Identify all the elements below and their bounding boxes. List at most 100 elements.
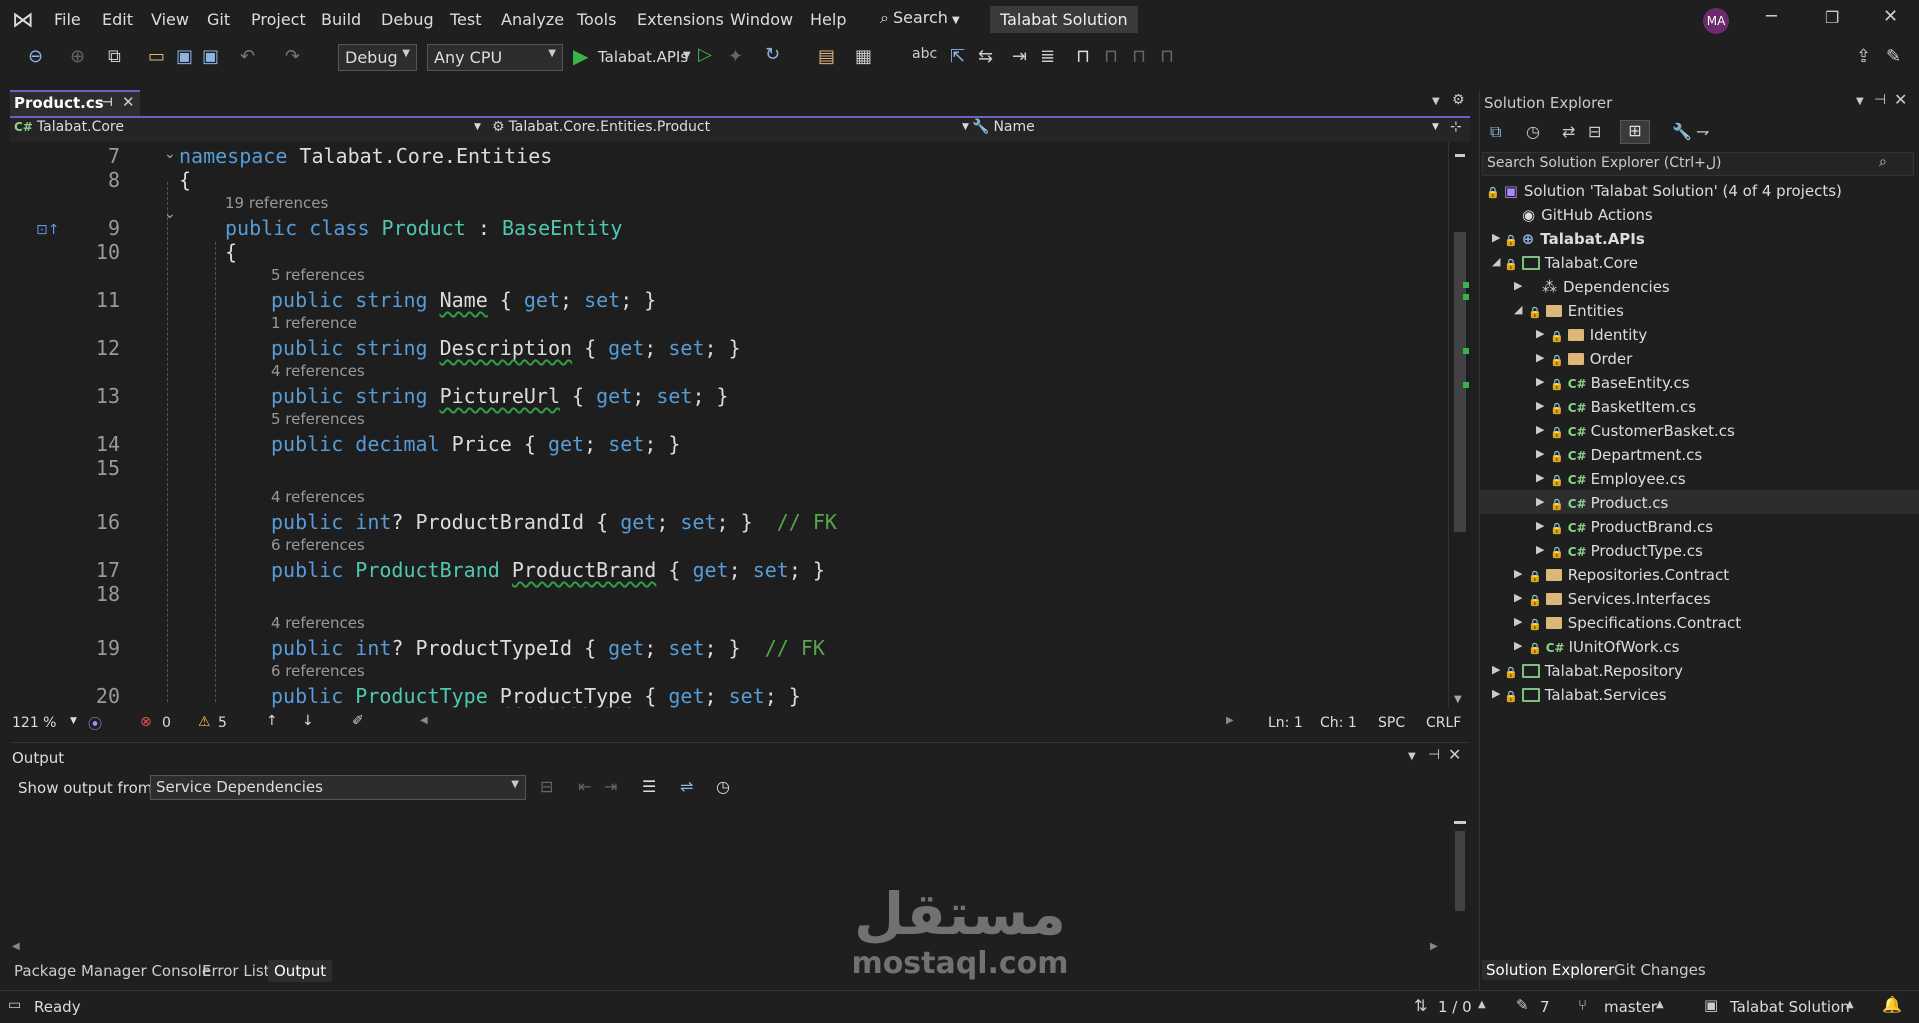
prev-message-icon[interactable]: ⇤ xyxy=(578,777,591,796)
clock-icon[interactable]: ◷ xyxy=(716,777,730,796)
arrow-down-icon[interactable]: ↓ xyxy=(302,713,314,729)
expand-icon[interactable]: ▶ xyxy=(1492,663,1500,676)
tree-file[interactable]: 🔒 C# Employee.cs xyxy=(1550,470,1686,488)
chevron-up-icon[interactable]: ▲ xyxy=(1656,999,1664,1010)
pointer-icon[interactable]: ⇱ xyxy=(950,46,965,67)
tree-solution[interactable]: 🔒 ▣ Solution 'Talabat Solution' (4 of 4 pr… xyxy=(1486,182,1842,200)
brush-icon[interactable]: ✐ xyxy=(352,713,364,729)
collapse-icon[interactable]: ◢ xyxy=(1514,303,1522,316)
menu-project[interactable]: Project xyxy=(251,10,306,29)
tree-github-actions[interactable]: ◉ GitHub Actions xyxy=(1522,206,1653,224)
tab-solution-explorer[interactable]: Solution Explorer xyxy=(1482,960,1619,980)
split-editor-icon[interactable]: ⊹ xyxy=(1450,119,1462,135)
feedback-icon[interactable]: ✎ xyxy=(1886,46,1901,67)
new-project-icon[interactable]: ⧉ xyxy=(108,46,121,67)
scroll-down-icon[interactable]: ▼ xyxy=(1454,694,1462,705)
startup-project-button[interactable]: Talabat.APIs xyxy=(598,48,688,66)
find-message-icon[interactable]: ⊟ xyxy=(540,777,553,796)
tree-folder-identity[interactable]: 🔒 Identity xyxy=(1550,326,1647,344)
branch-name[interactable]: master xyxy=(1604,998,1657,1016)
expand-icon[interactable]: ▶ xyxy=(1492,687,1500,700)
bookmark-clear-icon[interactable]: ⊓ xyxy=(1160,46,1174,67)
repository-icon[interactable]: ▣ xyxy=(1704,996,1718,1014)
output-vertical-scrollbar[interactable] xyxy=(1450,811,1470,941)
copilot-icon[interactable]: ⦿ xyxy=(88,714,102,734)
refresh-icon[interactable]: ↻ xyxy=(765,44,780,65)
close-icon[interactable]: ✕ xyxy=(1883,6,1898,27)
preview-icon[interactable]: ⇁ xyxy=(1696,122,1709,141)
menu-view[interactable]: View xyxy=(151,10,189,29)
expand-icon[interactable]: ▶ xyxy=(1536,543,1544,556)
scroll-thumb[interactable] xyxy=(1455,831,1465,911)
pencil-icon[interactable]: ✎ xyxy=(1516,996,1529,1014)
tree-folder-order[interactable]: 🔒 Order xyxy=(1550,350,1632,368)
tree-file[interactable]: 🔒 C# BasketItem.cs xyxy=(1550,398,1696,416)
branch-icon[interactable]: ⑂ xyxy=(1578,996,1587,1014)
bookmark-icon[interactable]: ⊓ xyxy=(1076,46,1090,67)
tab-git-changes[interactable]: Git Changes xyxy=(1614,961,1706,979)
expand-icon[interactable]: ▶ xyxy=(1536,519,1544,532)
expand-icon[interactable]: ▶ xyxy=(1514,591,1522,604)
expand-icon[interactable]: ▶ xyxy=(1514,639,1522,652)
codelens-references[interactable]: 6 references xyxy=(271,662,365,680)
commits-count[interactable]: 1 / 0 xyxy=(1438,998,1472,1016)
avatar[interactable]: MA xyxy=(1703,8,1729,34)
menu-tools[interactable]: Tools xyxy=(577,10,616,29)
pin-icon[interactable]: ⊣ xyxy=(1874,92,1886,108)
minimize-icon[interactable]: ─ xyxy=(1766,6,1777,27)
menu-help[interactable]: Help xyxy=(810,10,846,29)
sync-icon[interactable]: ⇄ xyxy=(1562,122,1575,141)
expand-icon[interactable]: ▶ xyxy=(1536,399,1544,412)
se-search-input[interactable]: Search Solution Explorer (Ctrl+ل) ⌕ xyxy=(1482,152,1914,176)
pin-icon[interactable]: ⊣ xyxy=(1428,747,1440,763)
zoom-level[interactable]: 121 % xyxy=(12,715,56,731)
menu-test[interactable]: Test xyxy=(450,10,482,29)
tab-output[interactable]: Output xyxy=(268,960,333,982)
next-message-icon[interactable]: ⇥ xyxy=(604,777,617,796)
word-wrap-icon[interactable]: ⇌ xyxy=(680,777,693,796)
scroll-left-icon[interactable]: ◀ xyxy=(12,941,20,952)
switch-views-icon[interactable]: ⧉ xyxy=(1490,122,1501,142)
tree-dependencies[interactable]: ⁂ Dependencies xyxy=(1542,278,1670,296)
open-file-icon[interactable]: ▤ xyxy=(818,46,835,67)
play-icon[interactable]: ▶ xyxy=(573,44,588,68)
sync-arrows-icon[interactable]: ⇅ xyxy=(1414,996,1427,1015)
chevron-down-icon[interactable]: ▼ xyxy=(70,716,77,726)
menu-extensions[interactable]: Extensions xyxy=(637,10,724,29)
output-text-area[interactable] xyxy=(10,811,1450,941)
split-icon[interactable]: ⇆ xyxy=(978,46,993,67)
forward-icon[interactable]: ⊕ xyxy=(70,46,85,67)
scroll-left-icon[interactable]: ◀ xyxy=(420,715,428,726)
tree-folder-entities[interactable]: 🔒 Entities xyxy=(1528,302,1624,320)
restore-icon[interactable]: ❐ xyxy=(1825,8,1839,27)
tree-project-core[interactable]: 🔒 Talabat.Core xyxy=(1504,254,1638,272)
menu-build[interactable]: Build xyxy=(321,10,361,29)
menu-analyze[interactable]: Analyze xyxy=(501,10,564,29)
clear-all-icon[interactable]: ☰ xyxy=(642,777,656,796)
bell-icon[interactable]: 🔔 xyxy=(1882,995,1902,1014)
fold-icon[interactable]: ⌄ xyxy=(164,206,176,222)
pin-icon[interactable]: ⊣ xyxy=(102,95,113,109)
chevron-down-icon[interactable]: ▼ xyxy=(1856,96,1864,107)
save-all-icon[interactable]: ▣ xyxy=(202,46,219,67)
menu-debug[interactable]: Debug xyxy=(381,10,434,29)
collapse-all-icon[interactable]: ⊟ xyxy=(1588,122,1601,141)
redo-icon[interactable]: ↷ xyxy=(285,46,300,67)
codelens-references[interactable]: 4 references xyxy=(271,488,365,506)
expand-icon[interactable]: ▶ xyxy=(1536,327,1544,340)
warning-icon[interactable]: ⚠ xyxy=(198,714,211,730)
bookmark-next-icon[interactable]: ⊓ xyxy=(1132,46,1146,67)
collapse-icon[interactable]: ◢ xyxy=(1492,255,1500,268)
chevron-down-icon[interactable]: ▼ xyxy=(683,50,691,61)
save-icon[interactable]: ▣ xyxy=(176,46,193,67)
codelens-references[interactable]: 6 references xyxy=(271,536,365,554)
tree-file-selected[interactable]: 🔒 C# Product.cs xyxy=(1550,494,1668,512)
scroll-right-icon[interactable]: ▶ xyxy=(1430,941,1438,952)
comment-icon[interactable]: ≣ xyxy=(1040,46,1055,67)
back-icon[interactable]: ⊖ xyxy=(28,46,43,67)
open-folder-icon[interactable]: ▭ xyxy=(148,46,165,67)
expand-icon[interactable]: ▶ xyxy=(1536,351,1544,364)
tree-project-repository[interactable]: 🔒 Talabat.Repository xyxy=(1504,662,1683,680)
fold-icon[interactable]: ⌄ xyxy=(164,146,176,162)
project-dropdown[interactable]: C# Talabat.Core ▼ xyxy=(14,119,484,135)
